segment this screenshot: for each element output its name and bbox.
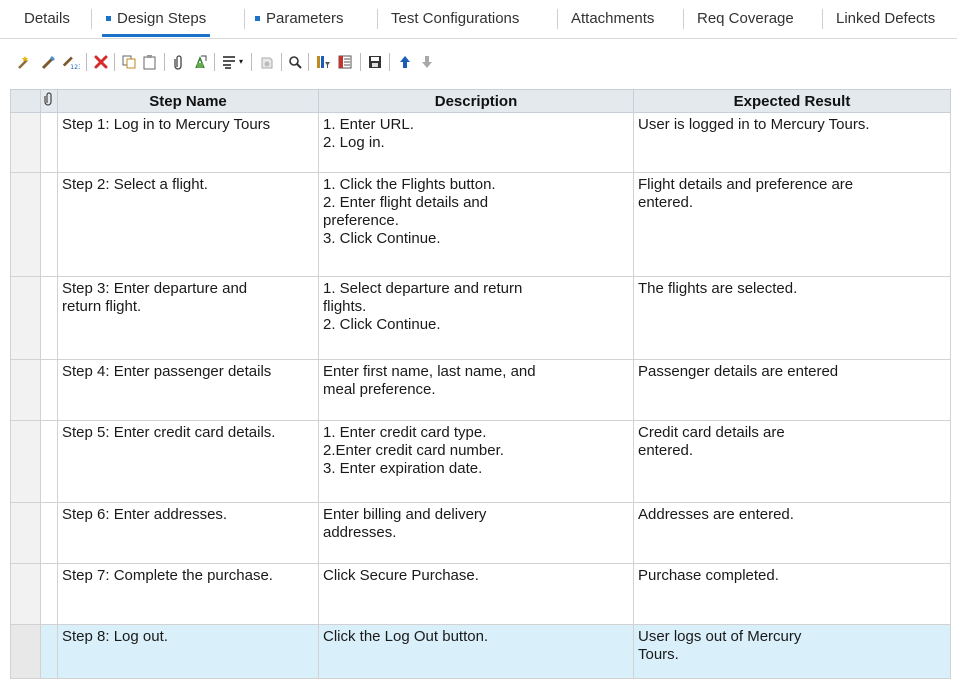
step-name-cell[interactable]: Step 2: Select a flight. [57,172,319,277]
expected-result-cell[interactable]: Flight details and preference are entere… [633,172,951,277]
renumber-steps-icon[interactable]: 123 [62,53,80,71]
attachment-cell [40,420,58,503]
description-cell[interactable]: 1. Enter URL. 2. Log in. [318,112,634,173]
tab-divider [91,9,92,29]
tab-test-configurations[interactable]: Test Configurations [391,0,519,37]
table-row[interactable]: Step 1: Log in to Mercury Tours 1. Enter… [10,112,951,173]
paste-icon[interactable] [141,53,159,71]
tab-divider [683,9,684,29]
attachment-column-header[interactable] [40,89,58,113]
step-name-cell[interactable]: Step 4: Enter passenger details [57,359,319,421]
description-cell[interactable]: Enter billing and delivery addresses. [318,502,634,564]
tab-divider [244,9,245,29]
expected-result-column-header[interactable]: Expected Result [633,89,951,113]
move-down-icon[interactable] [418,53,436,71]
toolbar-divider [308,53,309,71]
toolbar-divider [251,53,252,71]
tab-bar: Details Design Steps Parameters Test Con… [0,0,957,39]
description-cell[interactable]: Click Secure Purchase. [318,563,634,625]
tab-parameters[interactable]: Parameters [255,0,344,37]
table-row[interactable]: Step 6: Enter addresses. Enter billing a… [10,502,951,564]
row-selector[interactable] [10,624,41,679]
tab-divider [557,9,558,29]
chevron-down-icon[interactable]: ▾ [236,53,246,71]
table-row[interactable]: Step 7: Complete the purchase. Click Sec… [10,563,951,625]
step-name-cell[interactable]: Step 1: Log in to Mercury Tours [57,112,319,173]
generate-script-icon[interactable] [258,53,276,71]
table-row[interactable]: Step 5: Enter credit card details. 1. En… [10,420,951,503]
find-icon[interactable] [286,53,304,71]
copy-icon[interactable] [120,53,138,71]
table-row[interactable]: Step 3: Enter departure and return fligh… [10,276,951,360]
attachment-cell [40,502,58,564]
description-cell[interactable]: 1. Enter credit card type. 2.Enter credi… [318,420,634,503]
expected-result-cell[interactable]: The flights are selected. [633,276,951,360]
tab-design-steps[interactable]: Design Steps [102,0,211,37]
expected-result-cell[interactable]: Addresses are entered. [633,502,951,564]
move-up-icon[interactable] [396,53,414,71]
tab-linked-defects[interactable]: Linked Defects [836,0,935,37]
expected-result-cell[interactable]: Purchase completed. [633,563,951,625]
select-columns-icon[interactable] [336,53,354,71]
row-selector[interactable] [10,112,41,173]
tab-req-coverage[interactable]: Req Coverage [697,0,794,37]
table-row[interactable]: Step 2: Select a flight. 1. Click the Fl… [10,172,951,277]
new-step-icon[interactable] [16,53,34,71]
toolbar-divider [360,53,361,71]
attachment-cell [40,172,58,277]
description-column-header[interactable]: Description [318,89,634,113]
step-name-cell[interactable]: Step 5: Enter credit card details. [57,420,319,503]
row-selector[interactable] [10,502,41,564]
attachment-cell [40,276,58,360]
row-selector[interactable] [10,359,41,421]
attachment-cell [40,359,58,421]
tab-divider [822,9,823,29]
step-name-column-header[interactable]: Step Name [57,89,319,113]
step-name-cell[interactable]: Step 3: Enter departure and return fligh… [57,276,319,360]
grid-filter-icon[interactable] [314,53,332,71]
toolbar-divider [114,53,115,71]
description-cell[interactable]: 1. Select departure and return flights. … [318,276,634,360]
tab-details[interactable]: Details [24,0,70,37]
row-selector[interactable] [10,420,41,503]
toolbar-divider [281,53,282,71]
row-selector[interactable] [10,172,41,277]
modified-indicator-icon [106,15,111,21]
attachment-cell [40,563,58,625]
step-name-cell[interactable]: Step 6: Enter addresses. [57,502,319,564]
table-row[interactable]: Step 4: Enter passenger details Enter fi… [10,359,951,421]
grid-header-row: Step Name Description Expected Result [10,89,951,113]
paperclip-icon [44,92,54,109]
expected-result-cell[interactable]: User is logged in to Mercury Tours. [633,112,951,173]
expected-result-cell[interactable]: Passenger details are entered [633,359,951,421]
toolbar-divider [389,53,390,71]
attachment-icon[interactable] [170,53,188,71]
table-row-selected[interactable]: Step 8: Log out. Click the Log Out butto… [10,624,951,679]
toolbar-divider [164,53,165,71]
expected-result-cell[interactable]: User logs out of Mercury Tours. [633,624,951,679]
row-selector[interactable] [10,563,41,625]
description-cell[interactable]: Enter first name, last name, and meal pr… [318,359,634,421]
row-selector-header [10,89,41,113]
row-selector[interactable] [10,276,41,360]
toolbar-divider [86,53,87,71]
tab-divider [377,9,378,29]
svg-text:123: 123 [70,64,80,71]
design-steps-toolbar: 123 ▾ [0,39,957,89]
tab-attachments[interactable]: Attachments [571,0,654,37]
step-name-cell[interactable]: Step 7: Complete the purchase. [57,563,319,625]
design-steps-grid: Step Name Description Expected Result St… [10,89,951,679]
delete-icon[interactable] [92,53,110,71]
step-name-cell[interactable]: Step 8: Log out. [57,624,319,679]
description-cell[interactable]: Click the Log Out button. [318,624,634,679]
expected-result-cell[interactable]: Credit card details are entered. [633,420,951,503]
attachment-cell [40,112,58,173]
call-to-test-icon[interactable] [191,53,209,71]
modified-indicator-icon [255,15,260,21]
save-icon[interactable] [366,53,384,71]
description-cell[interactable]: 1. Click the Flights button. 2. Enter fl… [318,172,634,277]
toolbar-divider [214,53,215,71]
attachment-cell [40,624,58,679]
edit-step-icon[interactable] [40,53,58,71]
